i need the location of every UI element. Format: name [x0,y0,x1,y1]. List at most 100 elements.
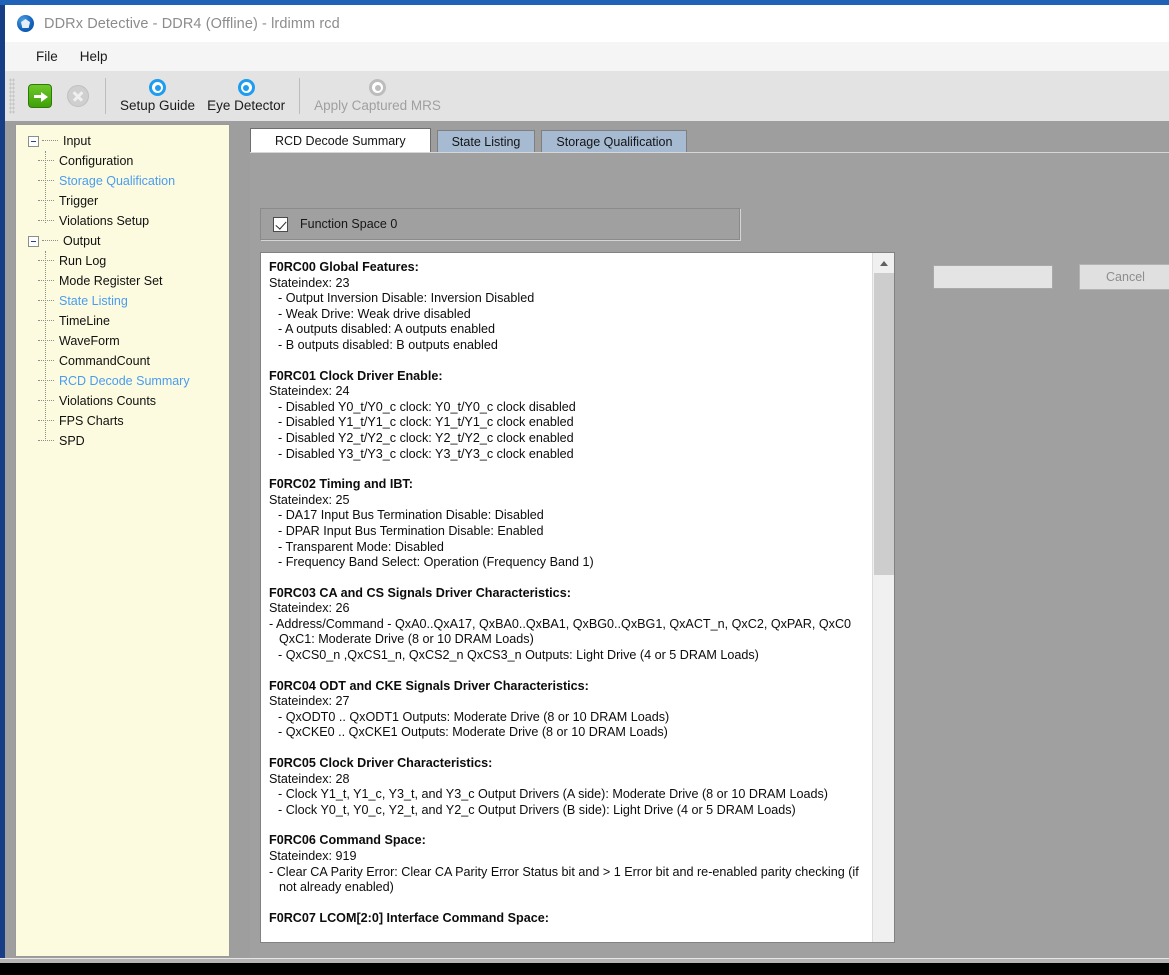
tree-connector [38,180,54,182]
sidebar-item-violations-setup[interactable]: Violations Setup [16,211,229,231]
block-title: F0RC04 ODT and CKE Signals Driver Charac… [269,679,869,695]
sidebar-item-configuration[interactable]: Configuration [16,151,229,171]
sidebar-item-fps-charts[interactable]: FPS Charts [16,411,229,431]
stop-disabled-icon [67,85,89,107]
tree-connector [38,320,54,322]
toolbar-separator-2 [299,78,300,114]
sidebar-item-rcd-decode-summary[interactable]: RCD Decode Summary [16,371,229,391]
minus-box-icon[interactable] [28,236,39,247]
block-item: - Disabled Y2_t/Y2_c clock: Y2_t/Y2_c cl… [269,431,869,447]
tree-connector [38,260,54,262]
function-space-checkbox[interactable] [273,217,288,232]
tree-connector [38,200,54,202]
sidebar-item-label: State Listing [57,294,128,308]
function-space-label: Function Space 0 [300,217,397,231]
setup-guide-button[interactable]: Setup Guide [114,78,201,114]
tree-connector [38,420,54,422]
tree-connector [38,440,54,442]
stop-button[interactable] [59,84,97,108]
sidebar-item-label: Configuration [57,154,133,168]
sidebar-item-label: Violations Counts [57,394,156,408]
tree-connector [42,140,58,142]
tab-rcd-decode-summary[interactable]: RCD Decode Summary [250,128,431,153]
tab-strip: RCD Decode Summary State Listing Storage… [250,128,693,153]
window-bottom-bevel [0,958,1169,963]
vertical-scrollbar[interactable] [872,253,894,942]
block-stateindex: Stateindex: 25 [269,493,869,509]
menu-item-file[interactable]: File [25,45,69,68]
block-item: - DA17 Input Bus Termination Disable: Di… [269,508,869,524]
app-badge-icon [17,15,34,32]
sidebar-item-storage-qualification[interactable]: Storage Qualification [16,171,229,191]
sidebar-item-state-listing[interactable]: State Listing [16,291,229,311]
radio-blue-icon [238,79,255,96]
sidebar-item-mode-register-set[interactable]: Mode Register Set [16,271,229,291]
minus-box-icon[interactable] [28,136,39,147]
sidebar-item-spd[interactable]: SPD [16,431,229,451]
decode-block: F0RC01 Clock Driver Enable: Stateindex: … [269,369,869,463]
sidebar-item-label: TimeLine [57,314,110,328]
sidebar-item-waveform[interactable]: WaveForm [16,331,229,351]
tree-group-input[interactable]: Input [16,131,229,151]
block-item: - QxCS0_n ,QxCS1_n, QxCS2_n QxCS3_n Outp… [269,648,869,664]
sidebar-item-trigger[interactable]: Trigger [16,191,229,211]
sidebar-item-label: Violations Setup [57,214,149,228]
sidebar-item-timeline[interactable]: TimeLine [16,311,229,331]
block-item: - A outputs disabled: A outputs enabled [269,322,869,338]
block-item: - Frequency Band Select: Operation (Freq… [269,555,869,571]
tree-connector [38,300,54,302]
block-title: F0RC05 Clock Driver Characteristics: [269,756,869,772]
tree-group-label-input: Input [61,134,91,148]
toolbar: Setup Guide Eye Detector Apply Captured … [5,71,1169,122]
sidebar-item-violations-counts[interactable]: Violations Counts [16,391,229,411]
tree-connector [38,280,54,282]
tree-connector [38,340,54,342]
sidebar-item-label: SPD [57,434,85,448]
decode-block: F0RC05 Clock Driver Characteristics: Sta… [269,756,869,818]
chevron-up-icon [880,261,888,266]
apply-captured-mrs-button: Apply Captured MRS [308,78,447,114]
sidebar-item-label: FPS Charts [57,414,124,428]
eye-detector-button[interactable]: Eye Detector [201,78,291,114]
block-title: F0RC06 Command Space: [269,833,869,849]
tree-group-output[interactable]: Output [16,231,229,251]
navigation-tree[interactable]: Input Configuration Storage Qualificatio… [15,124,230,957]
tree-group-label-output: Output [61,234,101,248]
apply-captured-mrs-label: Apply Captured MRS [314,98,441,113]
decode-block: F0RC06 Command Space: Stateindex: 919 - … [269,833,869,895]
setup-guide-label: Setup Guide [120,98,195,113]
toolbar-separator-1 [105,78,106,114]
block-item: - Clock Y0_t, Y0_c, Y2_t, and Y2_c Outpu… [269,803,869,819]
sidebar-item-commandcount[interactable]: CommandCount [16,351,229,371]
progress-field [933,265,1053,289]
sidebar-item-label: Trigger [57,194,98,208]
scroll-up-button[interactable] [873,253,894,273]
application-window: DDRx Detective - DDR4 (Offline) - lrdimm… [5,5,1169,963]
tree-connector [42,240,58,242]
tab-storage-qualification[interactable]: Storage Qualification [541,130,687,153]
green-play-arrow-icon [28,84,52,108]
toolbar-grip[interactable] [9,78,15,114]
function-space-group[interactable]: Function Space 0 [260,208,740,240]
sidebar-item-run-log[interactable]: Run Log [16,251,229,271]
block-item: - Disabled Y1_t/Y1_c clock: Y1_t/Y1_c cl… [269,415,869,431]
content-pane: RCD Decode Summary State Listing Storage… [231,121,1169,963]
block-item: - DPAR Input Bus Termination Disable: En… [269,524,869,540]
block-item: - Clock Y1_t, Y1_c, Y3_t, and Y3_c Outpu… [269,787,869,803]
menu-item-help[interactable]: Help [69,45,119,68]
decode-output-textbox[interactable]: F0RC00 Global Features: Stateindex: 23 -… [260,252,895,943]
block-item: - B outputs disabled: B outputs enabled [269,338,869,354]
radio-grey-icon [369,79,386,96]
tab-state-listing[interactable]: State Listing [437,130,536,153]
cancel-button[interactable]: Cancel [1079,264,1169,290]
block-stateindex: Stateindex: 28 [269,772,869,788]
tree-connector [38,380,54,382]
decode-output-text: F0RC00 Global Features: Stateindex: 23 -… [261,253,873,942]
scrollbar-thumb[interactable] [874,273,894,575]
run-button[interactable] [21,83,59,109]
block-title: F0RC01 Clock Driver Enable: [269,369,869,385]
decode-block: F0RC02 Timing and IBT: Stateindex: 25 - … [269,477,869,571]
block-title: F0RC02 Timing and IBT: [269,477,869,493]
radio-blue-icon [149,79,166,96]
sidebar-item-label: WaveForm [57,334,120,348]
